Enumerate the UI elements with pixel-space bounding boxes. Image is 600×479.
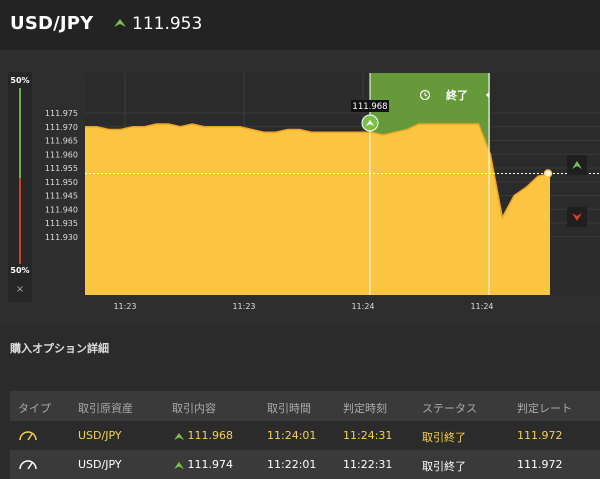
current-rate-dot	[543, 169, 553, 178]
th-content: 取引内容	[172, 402, 216, 415]
expiry-label: 終了	[446, 88, 468, 102]
th-time: 取引時間	[267, 402, 311, 415]
row-content: 111.968	[174, 429, 233, 442]
y-tick-label: 111.940	[45, 205, 78, 214]
y-tick-label: 111.955	[45, 164, 78, 173]
price-area	[85, 124, 550, 295]
row-judge-time: 11:22:31	[343, 458, 393, 471]
th-asset: 取引原資産	[78, 402, 133, 415]
row-asset: USD/JPY	[78, 458, 122, 471]
row-judge-rate: 111.972	[517, 429, 563, 442]
up-arrow-icon	[174, 461, 184, 469]
y-tick-label: 111.930	[45, 233, 78, 242]
entry-price-tag: 111.968	[352, 102, 387, 112]
row-time: 11:22:01	[267, 458, 317, 471]
x-tick-label: 11:24	[351, 302, 374, 311]
up-arrow-icon	[174, 432, 184, 440]
th-type: タイプ	[18, 402, 51, 415]
x-tick-label: 11:24	[470, 302, 493, 311]
section-title: 購入オプション詳細	[10, 342, 109, 355]
y-tick-label: 111.970	[45, 123, 78, 132]
gauge-type-icon	[19, 431, 37, 441]
row-content: 111.974	[174, 458, 233, 471]
y-tick-label: 111.950	[45, 178, 78, 187]
x-tick-label: 11:23	[232, 302, 255, 311]
row-judge-rate: 111.972	[517, 458, 563, 471]
table-row[interactable]: USD/JPY 111.974 11:22:01 11:22:31 取引終了 1…	[10, 450, 600, 479]
th-judge-time: 判定時刻	[343, 402, 387, 415]
row-status: 取引終了	[422, 460, 466, 473]
row-asset: USD/JPY	[78, 429, 122, 442]
y-tick-label: 111.935	[45, 219, 78, 228]
high-button[interactable]	[567, 155, 587, 175]
row-judge-time: 11:24:31	[343, 429, 393, 442]
gauge-type-icon	[19, 460, 37, 470]
th-judge-rate: 判定レート	[517, 402, 572, 415]
row-time: 11:24:01	[267, 429, 317, 442]
th-status: ステータス	[422, 402, 477, 415]
y-tick-label: 111.975	[45, 109, 78, 118]
low-button[interactable]	[567, 207, 587, 227]
y-tick-label: 111.960	[45, 150, 78, 159]
price-chart: 111.975 111.970 111.965 111.960 111.955 111.9…	[45, 73, 600, 311]
table-header: タイプ 取引原資産 取引内容 取引時間 判定時刻 ステータス 判定レート	[10, 391, 600, 421]
x-tick-label: 11:23	[113, 302, 136, 311]
row-rate: 111.968	[187, 429, 234, 442]
table-row[interactable]: USD/JPY 111.968 11:24:01 11:24:31 取引終了 1…	[10, 421, 600, 450]
row-status: 取引終了	[422, 431, 466, 444]
options-table: タイプ 取引原資産 取引内容 取引時間 判定時刻 ステータス 判定レート USD…	[10, 391, 600, 479]
row-rate: 111.974	[187, 458, 234, 471]
y-tick-label: 111.945	[45, 192, 78, 201]
y-tick-label: 111.965	[45, 137, 78, 146]
